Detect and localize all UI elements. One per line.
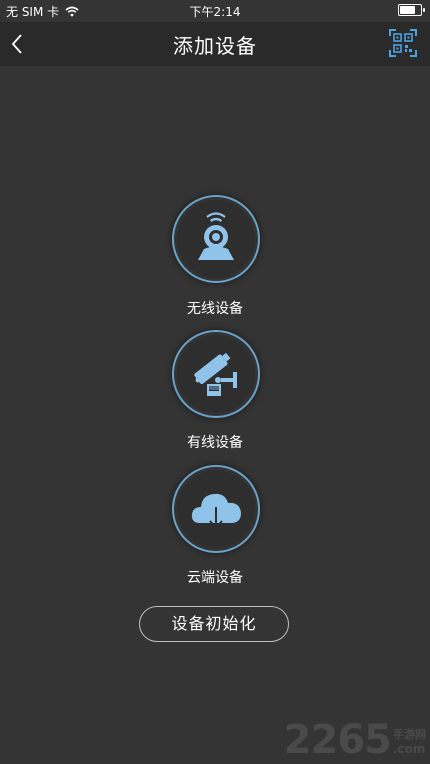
wireless-camera-icon (198, 212, 234, 260)
page-title: 添加设备 (173, 34, 257, 58)
device-init-button[interactable]: 设备初始化 (139, 606, 289, 642)
wired-camera-icon (194, 352, 237, 396)
nav-bar: 添加设备 (0, 22, 430, 66)
cloud-device-label[interactable]: 云端设备 (0, 567, 430, 587)
cloud-download-icon (191, 493, 241, 530)
battery-icon (398, 4, 425, 16)
wireless-device-label[interactable]: 无线设备 (0, 298, 430, 318)
watermark-logo: 2265 手游网 .com (284, 720, 426, 760)
watermark-site-cn: 手游网 (393, 728, 426, 741)
status-time: 下午2:14 (189, 5, 241, 19)
wireless-device-button[interactable] (172, 195, 260, 283)
cloud-device-button[interactable] (172, 465, 260, 553)
watermark-number: 2265 (283, 717, 392, 763)
wired-device-label[interactable]: 有线设备 (0, 432, 430, 452)
wired-device-button[interactable] (172, 330, 260, 418)
qr-code-scan-icon[interactable] (389, 29, 417, 57)
watermark-site-en: .com (393, 742, 426, 756)
status-bar: 无 SIM 卡 下午2:14 (0, 0, 430, 22)
